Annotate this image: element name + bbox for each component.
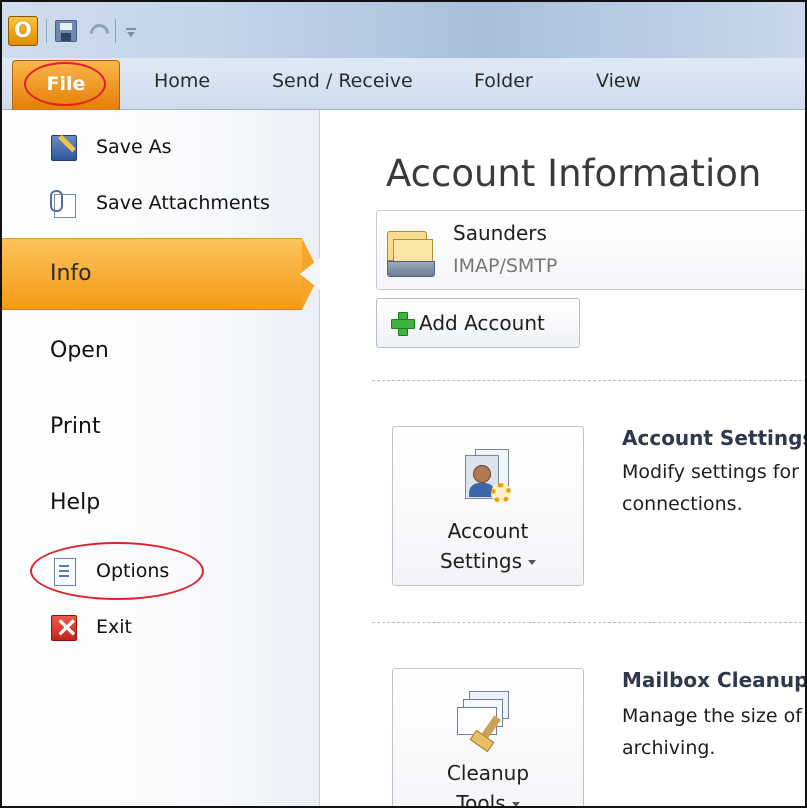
title-bar [2, 2, 805, 58]
save-attachments-label: Save Attachments [96, 192, 270, 214]
mailbox-cleanup-desc-line2: archiving. [622, 737, 716, 759]
account-settings-desc-line1: Modify settings for this account or set … [622, 461, 805, 483]
save-icon[interactable] [55, 20, 77, 42]
account-settings-label-line2: Settings [393, 549, 583, 573]
customize-toolbar-icon[interactable] [124, 20, 138, 42]
account-type: IMAP/SMTP [453, 255, 558, 277]
page-title: Account Information [386, 152, 762, 195]
attachment-icon [48, 188, 80, 218]
cleanup-tools-button[interactable]: Cleanup Tools [392, 668, 584, 806]
account-settings-label-line1: Account [447, 519, 529, 543]
add-account-label: Add Account [419, 311, 545, 335]
section-divider [372, 622, 805, 623]
dropdown-caret-icon [511, 802, 520, 806]
tab-send-receive[interactable]: Send / Receive [272, 70, 413, 92]
selected-notch [300, 258, 320, 290]
account-settings-desc-line2: connections. [622, 493, 743, 515]
mailbox-cleanup-heading: Mailbox Cleanup [622, 668, 807, 692]
outlook-logo-icon[interactable] [8, 16, 38, 46]
mailbox-cleanup-desc-line1: Manage the size of your mailbox by empty… [622, 705, 805, 727]
undo-icon[interactable] [85, 20, 107, 42]
cleanup-broom-icon [455, 687, 519, 753]
outlook-window: File Home Send / Receive Folder View Sav… [0, 0, 807, 808]
nav-info-label: Info [50, 261, 92, 286]
add-account-button[interactable]: Add Account [376, 298, 580, 348]
exit-command[interactable]: Exit [48, 610, 132, 644]
toolbar-separator [115, 19, 116, 43]
cleanup-tools-label-line2: Tools [393, 791, 583, 806]
tab-file[interactable]: File [12, 60, 120, 110]
account-name: Saunders [453, 221, 547, 245]
save-as-command[interactable]: Save As [48, 130, 172, 164]
exit-icon [48, 610, 80, 643]
account-folder-icon [385, 227, 437, 279]
quick-access-toolbar [8, 16, 138, 46]
account-settings-heading: Account Settings [622, 426, 807, 450]
toolbar-separator [46, 19, 47, 43]
nav-open[interactable]: Open [50, 338, 109, 363]
account-settings-icon [455, 447, 519, 511]
save-as-label: Save As [96, 136, 172, 158]
options-icon [48, 556, 80, 586]
cleanup-tools-label-line1: Cleanup [446, 761, 530, 785]
nav-help[interactable]: Help [50, 490, 100, 515]
account-settings-button[interactable]: Account Settings [392, 426, 584, 586]
options-label: Options [96, 560, 170, 582]
section-divider [372, 380, 805, 381]
account-selector[interactable]: Saunders IMAP/SMTP [376, 210, 805, 290]
exit-label: Exit [96, 616, 132, 638]
nav-info[interactable]: Info [2, 238, 302, 310]
options-command[interactable]: Options [48, 554, 169, 588]
tab-folder[interactable]: Folder [474, 70, 533, 92]
tab-view[interactable]: View [596, 70, 641, 92]
account-information-panel: Account Information Saunders IMAP/SMTP A… [320, 110, 807, 806]
ribbon-tab-bar: File Home Send / Receive Folder View [2, 58, 805, 110]
plus-icon [391, 312, 415, 336]
tab-home[interactable]: Home [154, 70, 210, 92]
save-attachments-command[interactable]: Save Attachments [48, 186, 270, 220]
dropdown-caret-icon [528, 560, 537, 565]
nav-print[interactable]: Print [50, 414, 101, 439]
backstage-sidebar: Save As Save Attachments Info Open Print… [2, 110, 320, 806]
save-as-icon [48, 132, 80, 162]
